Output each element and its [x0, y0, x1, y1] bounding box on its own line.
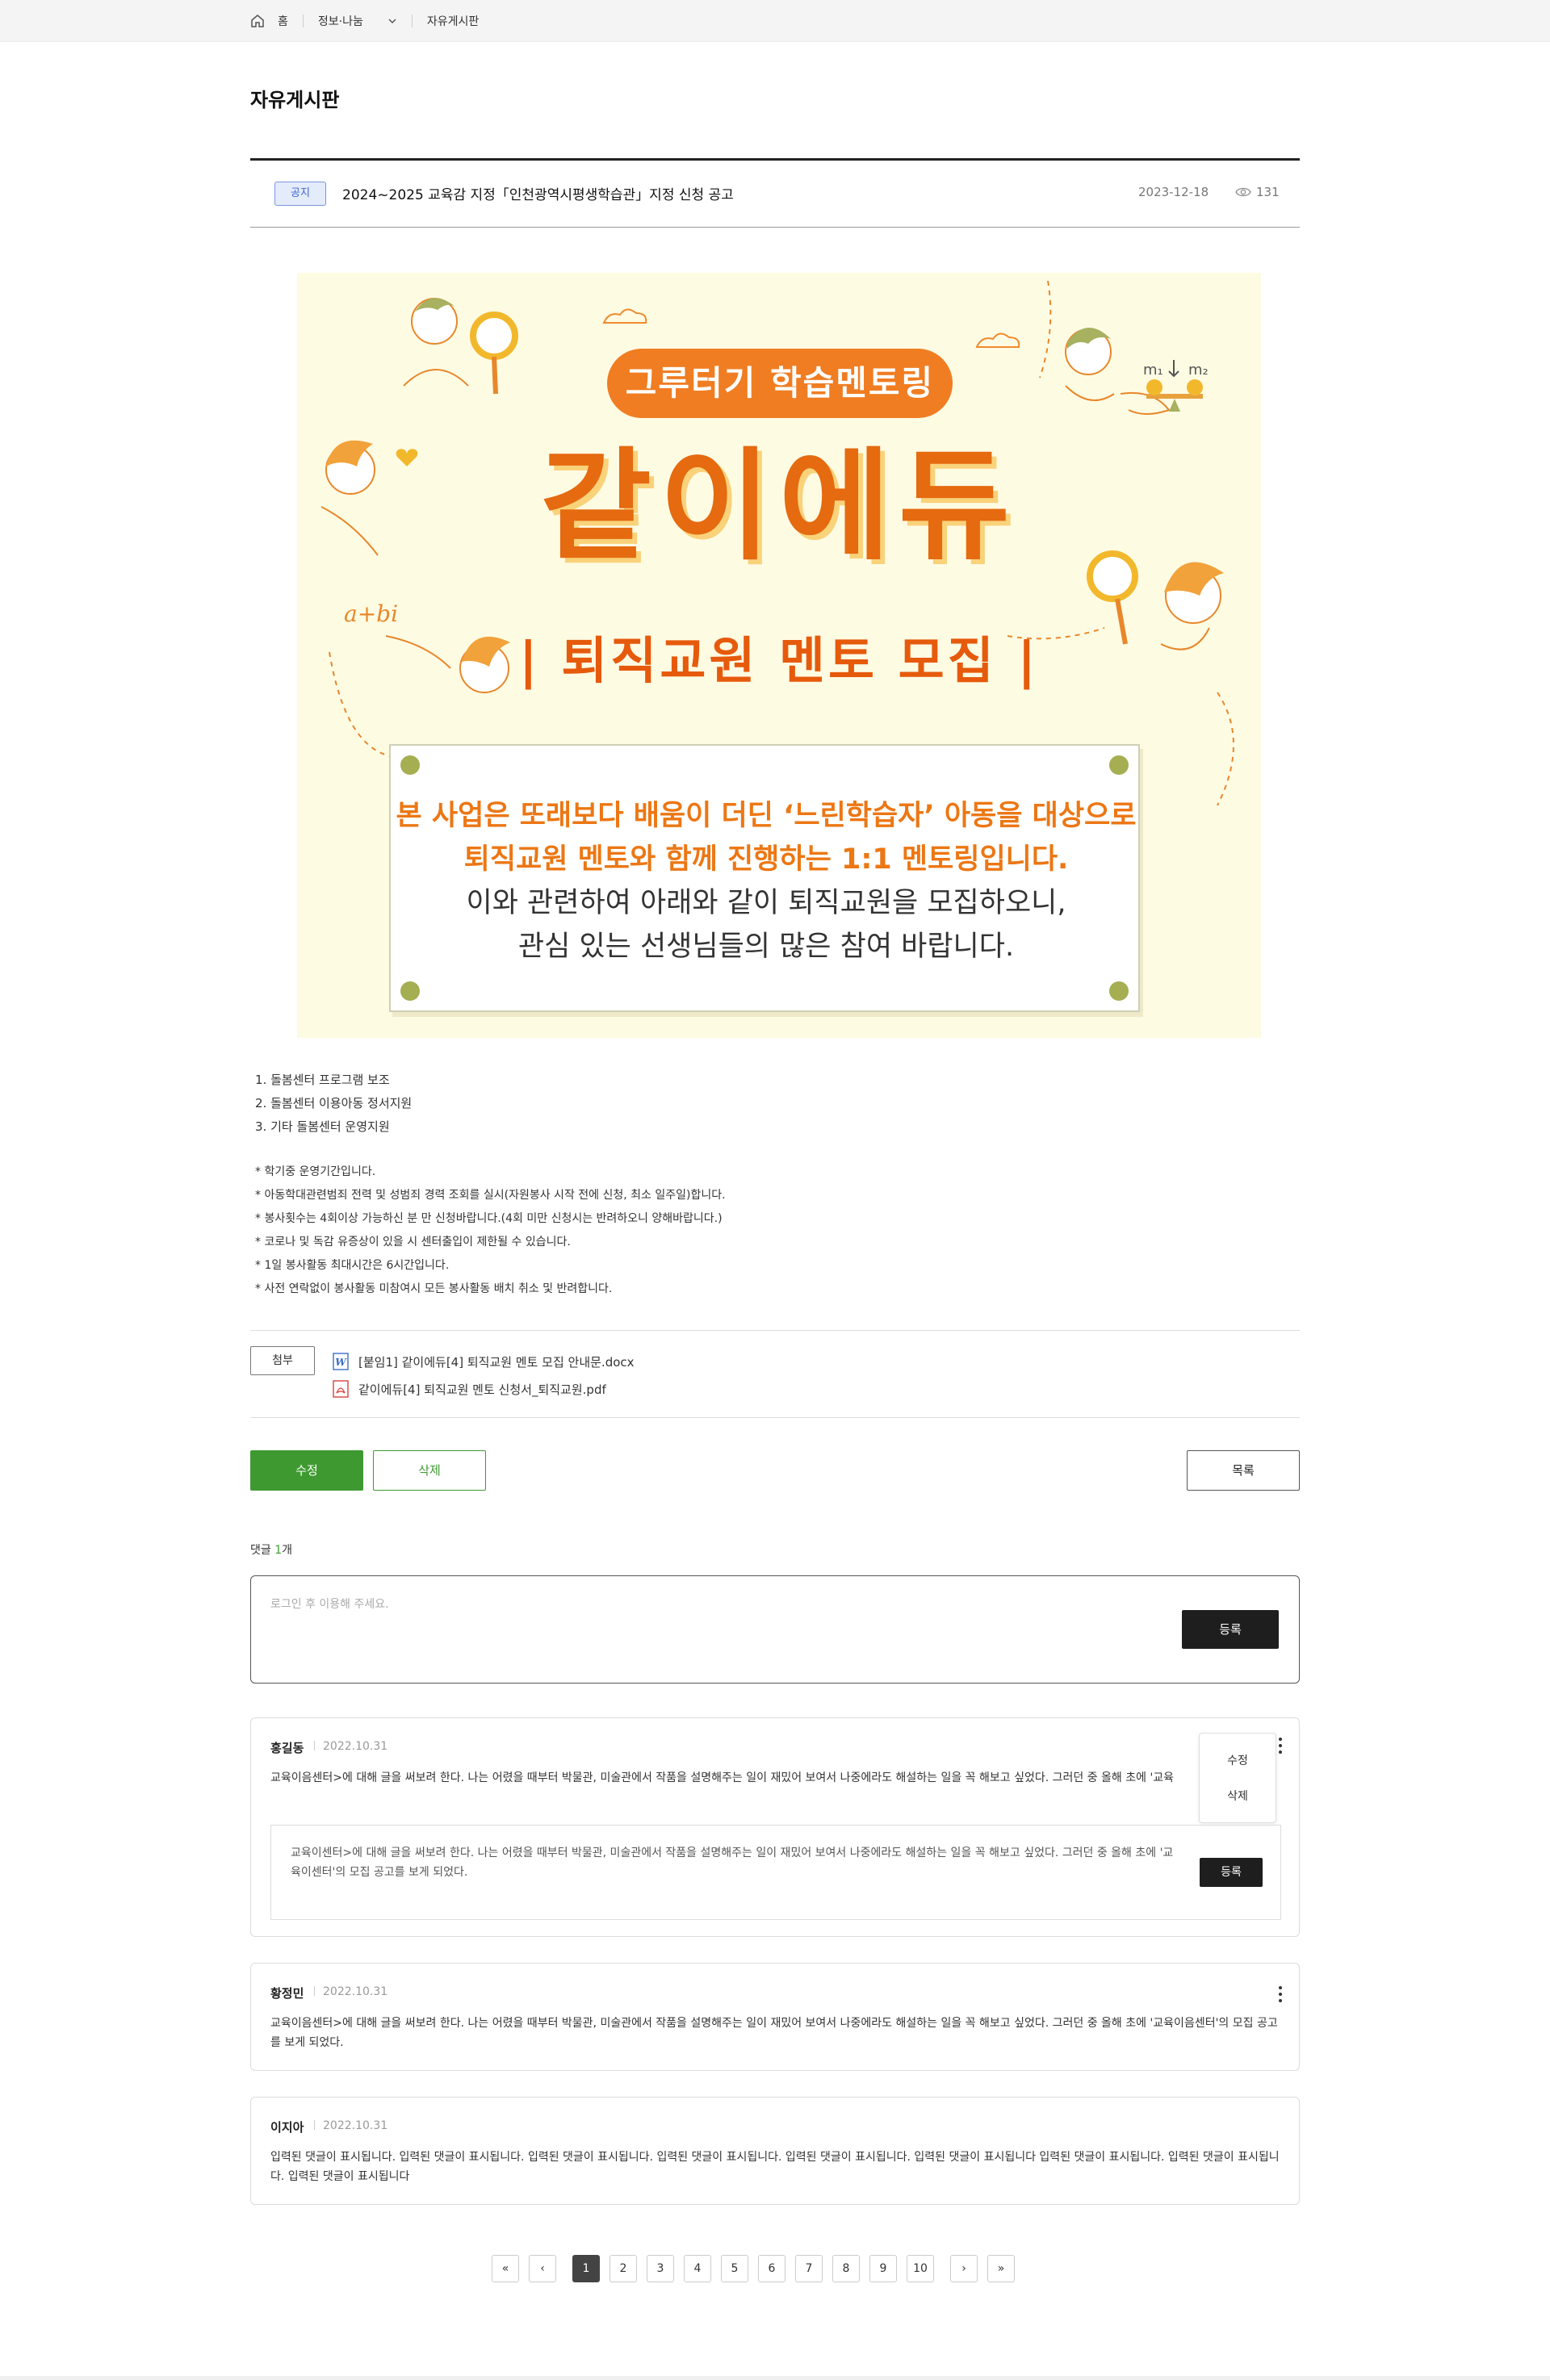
attachment-label: 첨부	[250, 1346, 315, 1375]
page-title: 자유게시판	[250, 89, 340, 111]
chevron-down-icon[interactable]	[388, 16, 397, 26]
page-button[interactable]: 2	[610, 2255, 637, 2282]
pdf-file-icon	[333, 1380, 349, 1398]
list-item: * 코로나 및 독감 유증상이 있을 시 센터출입이 제한될 수 있습니다.	[255, 1236, 571, 1249]
footer-divider	[0, 2376, 1550, 2380]
comment-menu: 수정 삭제	[1199, 1733, 1276, 1823]
comment-author: 홍길동	[270, 1741, 304, 1755]
comment-text: 입력된 댓글이 표시됩니다. 입력된 댓글이 표시됩니다. 입력된 댓글이 표시…	[270, 2151, 1280, 2183]
post-header: 공지 2024~2025 교육감 지정「인천광역시평생학습관」지정 신청 공고 …	[250, 158, 1300, 228]
post-views: 131	[1235, 185, 1280, 199]
comment-card: 홍길동 2022.10.31 교육이음센터>에 대해 글을 써보려 한다. 나는…	[250, 1717, 1300, 1937]
word-file-icon: W	[333, 1353, 349, 1370]
duties-list: 1. 돌봄센터 프로그램 보조 2. 돌봄센터 이용아동 정서지원 3. 기타 …	[255, 1069, 412, 1139]
breadcrumb-category[interactable]: 정보·나눔	[318, 13, 363, 29]
comment-edit-menu-item[interactable]: 수정	[1200, 1743, 1276, 1779]
list-button[interactable]: 목록	[1187, 1450, 1300, 1491]
page-button[interactable]: 9	[869, 2255, 897, 2282]
comment-input-box[interactable]: 로그인 후 이용해 주세요. 등록	[250, 1575, 1300, 1684]
notes-list: * 학기중 운영기간입니다. * 아동학대관련범죄 전력 및 성범죄 경력 조회…	[255, 1161, 726, 1301]
poster-line: 본 사업은 또래보다 배움이 더딘 ‘느린학습자’ 아동을 대상으로	[396, 800, 1137, 832]
comment-submit-button[interactable]: 등록	[1182, 1610, 1279, 1649]
comment-card: 황정민 2022.10.31 교육이음센터>에 대해 글을 써보려 한다. 나는…	[250, 1963, 1300, 2071]
attachment-file[interactable]: 같이에듀[4] 퇴직교원 멘토 신청서_퇴직교원.pdf	[333, 1380, 606, 1398]
list-item: * 1일 봉사활동 최대시간은 6시간입니다.	[255, 1259, 450, 1272]
poster-image: m₁ m₂ a+bi 그루터기 학습멘토링 같이에듀 | 퇴직교원 멘토 모집 …	[297, 273, 1261, 1038]
comment-date: 2022.10.31	[314, 1740, 388, 1753]
reply-input-box[interactable]: 교육이센터>에 대해 글을 써보려 한다. 나는 어렸을 때부터 박물관, 미술…	[270, 1825, 1281, 1920]
page-button[interactable]: 1	[572, 2255, 600, 2282]
breadcrumb-divider	[302, 15, 304, 27]
delete-button[interactable]: 삭제	[373, 1450, 486, 1491]
comment-date: 2022.10.31	[314, 2119, 388, 2132]
comment-author: 이지아	[270, 2120, 304, 2135]
pin-icon	[1109, 755, 1129, 775]
comment-count: 댓글 1개	[250, 1544, 293, 1557]
svg-text:m₂: m₂	[1188, 362, 1209, 379]
list-item: 2. 돌봄센터 이용아동 정서지원	[255, 1096, 413, 1111]
list-item: * 학기중 운영기간입니다.	[255, 1165, 376, 1178]
comment-card: 이지아 2022.10.31 입력된 댓글이 표시됩니다. 입력된 댓글이 표시…	[250, 2097, 1300, 2205]
home-icon[interactable]	[250, 14, 265, 28]
prev-page-button[interactable]: ‹	[529, 2255, 556, 2282]
breadcrumb-current[interactable]: 자유게시판	[427, 13, 479, 29]
breadcrumb-bar: 홈 정보·나눔 자유게시판	[0, 0, 1550, 42]
poster-board: 본 사업은 또래보다 배움이 더딘 ‘느린학습자’ 아동을 대상으로 퇴직교원 …	[389, 744, 1140, 1012]
comment-input-placeholder[interactable]: 로그인 후 이용해 주세요.	[270, 1596, 389, 1612]
svg-text:W: W	[335, 1357, 347, 1368]
first-page-button[interactable]: «	[492, 2255, 519, 2282]
page-button[interactable]: 7	[795, 2255, 823, 2282]
pin-icon	[400, 755, 420, 775]
list-item: 3. 기타 돌봄센터 운영지원	[255, 1119, 390, 1134]
divider	[250, 1330, 1300, 1331]
comment-date: 2022.10.31	[314, 1985, 388, 1998]
comment-count-number: 1	[274, 1544, 283, 1557]
attachment-filename[interactable]: [붙임1] 같이에듀[4] 퇴직교원 멘토 모집 안내문.docx	[358, 1353, 635, 1370]
poster-line: 이와 관련하여 아래와 같이 퇴직교원을 모집하오니,	[466, 887, 1066, 919]
last-page-button[interactable]: »	[987, 2255, 1015, 2282]
pin-icon	[1109, 981, 1129, 1001]
page-button[interactable]: 10	[907, 2255, 934, 2282]
poster-line: 관심 있는 선생님들의 많은 참여 바랍니다.	[517, 931, 1015, 963]
more-options-icon[interactable]	[1278, 1738, 1283, 1755]
reply-submit-button[interactable]: 등록	[1200, 1858, 1263, 1887]
more-options-icon[interactable]	[1278, 1986, 1283, 2004]
poster-subtitle: | 퇴직교원 멘토 모집 |	[519, 631, 1039, 690]
comment-author: 황정민	[270, 1986, 304, 2001]
pin-icon	[400, 981, 420, 1001]
list-item: * 아동학대관련범죄 전력 및 성범죄 경력 조회를 실시(자원봉사 시작 전에…	[255, 1189, 726, 1202]
poster-title: 같이에듀	[539, 437, 1018, 577]
list-item: * 봉사횟수는 4회이상 가능하신 분 만 신청바랍니다.(4회 미만 신청시는…	[255, 1212, 723, 1225]
page-button[interactable]: 5	[721, 2255, 748, 2282]
svg-text:m₁: m₁	[1143, 362, 1163, 379]
reply-text[interactable]: 교육이센터>에 대해 글을 써보려 한다. 나는 어렸을 때부터 박물관, 미술…	[291, 1843, 1179, 1882]
views-count: 131	[1256, 185, 1280, 199]
eye-icon	[1235, 187, 1251, 197]
page-button[interactable]: 3	[647, 2255, 674, 2282]
page-button[interactable]: 6	[758, 2255, 785, 2282]
divider	[250, 1417, 1300, 1418]
pagination: « ‹ 1 2 3 4 5 6 7 8 9 10 › »	[0, 2255, 1550, 2282]
page-button[interactable]: 8	[832, 2255, 860, 2282]
list-item: 1. 돌봄센터 프로그램 보조	[255, 1073, 390, 1087]
page-button[interactable]: 4	[684, 2255, 711, 2282]
edit-button[interactable]: 수정	[250, 1450, 363, 1491]
list-item: * 사전 연락없이 봉사활동 미참여시 모든 봉사활동 배치 취소 및 반려합니…	[255, 1282, 613, 1295]
attachment-filename[interactable]: 같이에듀[4] 퇴직교원 멘토 신청서_퇴직교원.pdf	[358, 1381, 606, 1398]
post-title: 2024~2025 교육감 지정「인천광역시평생학습관」지정 신청 공고	[342, 187, 734, 203]
attachment-file[interactable]: W [붙임1] 같이에듀[4] 퇴직교원 멘토 모집 안내문.docx	[333, 1353, 635, 1370]
comment-text: 교육이음센터>에 대해 글을 써보려 한다. 나는 어렸을 때부터 박물관, 미…	[270, 2017, 1278, 2049]
comment-delete-menu-item[interactable]: 삭제	[1200, 1779, 1276, 1814]
post-date: 2023-12-18	[1138, 185, 1209, 199]
comment-text: 교육이음센터>에 대해 글을 써보려 한다. 나는 어렸을 때부터 박물관, 미…	[270, 1771, 1175, 1784]
breadcrumb-home[interactable]: 홈	[278, 13, 288, 29]
breadcrumb-divider	[411, 15, 413, 27]
notice-badge: 공지	[274, 182, 326, 206]
poster-line: 퇴직교원 멘토와 함께 진행하는 1:1 멘토링입니다.	[463, 843, 1069, 876]
next-page-button[interactable]: ›	[950, 2255, 978, 2282]
breadcrumb: 홈 정보·나눔 자유게시판	[250, 0, 479, 42]
